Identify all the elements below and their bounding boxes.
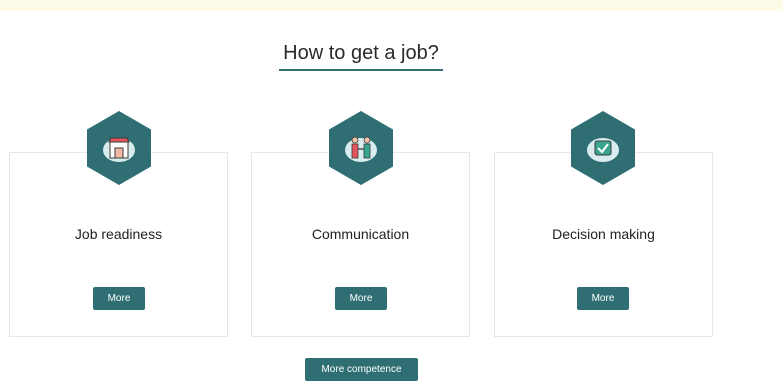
page-title: How to get a job? [283,42,439,64]
checkbox-icon [587,138,619,162]
job-readiness-more-button[interactable]: More [93,287,145,310]
handshake-icon [345,136,377,162]
card-label-decision-making: Decision making [552,226,655,242]
card-label-job-readiness: Job readiness [74,226,163,242]
top-banner [0,0,783,11]
shop-icon [103,137,135,162]
title-underline [279,69,443,71]
communication-more-button[interactable]: More [335,287,387,310]
decision-making-more-button[interactable]: More [577,287,629,310]
card-label-communication: Communication [311,226,410,242]
more-competence-button[interactable]: More competence [305,358,418,381]
